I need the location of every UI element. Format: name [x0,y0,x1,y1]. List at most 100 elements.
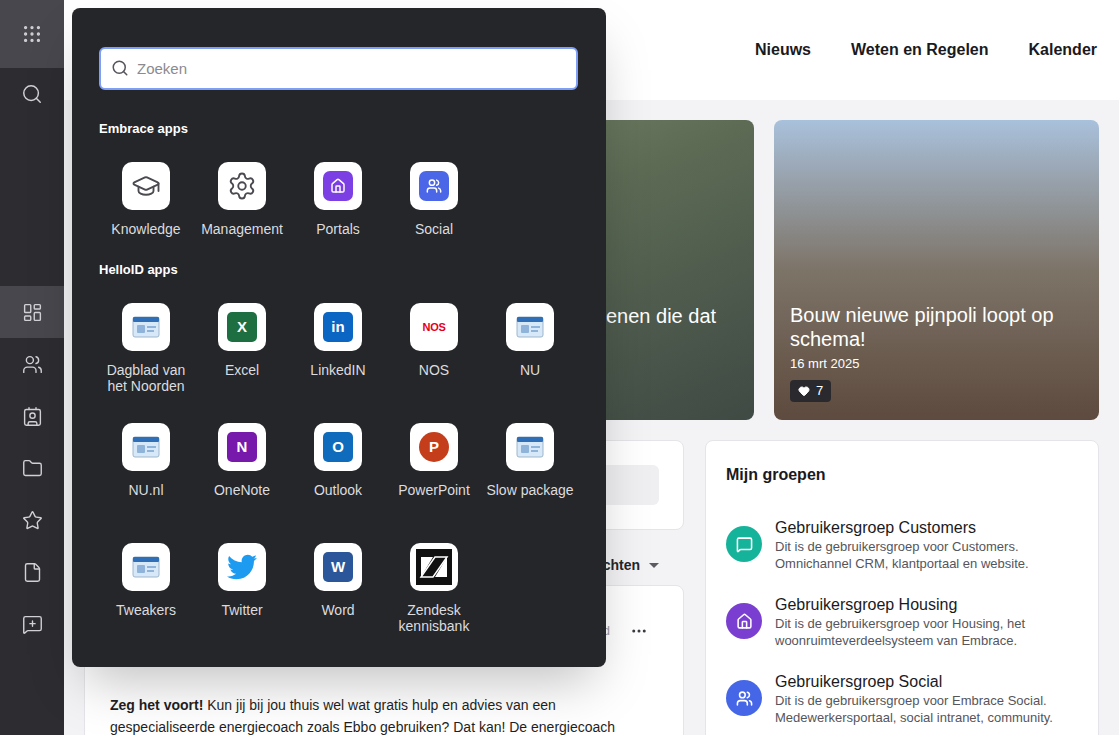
app-logo-icon: O [323,432,353,462]
sidebar-item[interactable] [0,546,64,598]
app-label[interactable]: Tweakers [116,602,176,618]
app-item[interactable]: W Word [290,543,386,663]
launcher-search-input[interactable] [99,47,578,90]
app-tile[interactable] [122,162,170,210]
app-item[interactable]: NU.nl [98,423,194,543]
app-card-icon [131,432,161,462]
apps-grid-icon [21,23,43,45]
app-label[interactable]: Dagblad van het Noorden [102,362,190,394]
group-name[interactable]: Gebruikersgroep Customers [775,518,1078,538]
app-item[interactable]: Portals [290,162,386,262]
app-tile[interactable]: X [218,303,266,351]
app-label[interactable]: NU.nl [128,482,163,498]
app-item[interactable]: N OneNote [194,423,290,543]
nav-item[interactable]: Nieuws [755,38,811,62]
sidebar-item[interactable] [0,598,64,650]
sort-dropdown[interactable]: chten [603,557,640,573]
app-card-icon [515,312,545,342]
news-title[interactable]: Bouw nieuwe pijnpoli loopt op schema! [790,303,1083,351]
app-label[interactable]: Social [415,221,453,237]
app-label[interactable]: PowerPoint [398,482,470,498]
app-tile[interactable] [506,303,554,351]
app-label[interactable]: Zendesk kennisbank [390,602,478,634]
more-options-icon[interactable] [630,622,648,640]
group-item[interactable]: Gebruikersgroep SocialDit is de gebruike… [726,672,1078,726]
group-name[interactable]: Gebruikersgroep Housing [775,595,1078,615]
post-text: Zeg het voort! Kun jij bij jou thuis wel… [110,694,658,735]
sidebar [0,0,64,735]
nav-item[interactable]: Weten en Regelen [851,38,989,62]
app-item[interactable]: in LinkedIN [290,303,386,423]
sidebar-item[interactable] [0,442,64,494]
news-card[interactable]: Bouw nieuwe pijnpoli loopt op schema!16 … [774,120,1099,420]
app-tile[interactable] [314,162,362,210]
star-icon [22,510,43,531]
app-logo-icon: N [227,432,257,462]
gear-icon [227,171,257,201]
app-item[interactable]: Slow package [482,423,578,543]
app-item[interactable]: Social [386,162,482,262]
app-item[interactable]: NOS NOS [386,303,482,423]
news-title[interactable]: enen die dat [606,304,754,328]
sidebar-item[interactable] [0,494,64,546]
heart-icon [798,385,810,397]
app-label[interactable]: Portals [316,221,360,237]
app-label[interactable]: Twitter [221,602,262,618]
app-item[interactable]: Management [194,162,290,262]
app-item[interactable]: Twitter [194,543,290,663]
app-item[interactable]: Knowledge [98,162,194,262]
app-label[interactable]: Outlook [314,482,362,498]
app-label[interactable]: Management [201,221,283,237]
app-tile[interactable]: W [314,543,362,591]
app-tile[interactable]: N [218,423,266,471]
sidebar-top-item[interactable] [0,68,64,120]
app-item[interactable]: Zendesk kennisbank [386,543,482,663]
app-tile[interactable] [218,543,266,591]
app-item[interactable]: O Outlook [290,423,386,543]
search-icon [111,59,129,77]
sidebar-item[interactable] [0,286,64,338]
app-label[interactable]: Excel [225,362,259,378]
app-tile[interactable] [218,162,266,210]
app-item[interactable]: NU [482,303,578,423]
app-item[interactable]: Tweakers [98,543,194,663]
app-label[interactable]: NU [520,362,540,378]
zendesk-logo-icon [416,549,452,585]
people-icon [22,354,43,375]
app-label[interactable]: LinkedIN [310,362,365,378]
search-icon [21,83,43,105]
group-description: Dit is de gebruikersgroep voor Customers… [775,538,1078,572]
app-tile[interactable] [122,423,170,471]
app-tile[interactable] [410,543,458,591]
app-tile[interactable]: NOS [410,303,458,351]
app-tile[interactable] [410,162,458,210]
group-name[interactable]: Gebruikersgroep Social [775,672,1078,692]
app-item[interactable]: P PowerPoint [386,423,482,543]
group-avatar [726,680,762,716]
social-logo-icon [419,171,449,201]
group-item[interactable]: Gebruikersgroep CustomersDit is de gebru… [726,518,1078,572]
nav-item[interactable]: Kalender [1029,38,1097,62]
sidebar-item[interactable] [0,390,64,442]
app-tile[interactable] [506,423,554,471]
like-badge[interactable]: 7 [790,380,831,402]
nos-logo-icon: NOS [422,319,445,336]
app-item[interactable]: X Excel [194,303,290,423]
folder-icon [22,458,43,479]
app-tile[interactable] [122,543,170,591]
app-label[interactable]: Knowledge [111,221,180,237]
sidebar-item[interactable] [0,338,64,390]
app-label[interactable]: NOS [419,362,449,378]
app-label[interactable]: Word [321,602,354,618]
app-tile[interactable]: P [410,423,458,471]
app-tile[interactable] [122,303,170,351]
sidebar-top-item[interactable] [0,0,64,68]
app-item[interactable]: Dagblad van het Noorden [98,303,194,423]
group-avatar [726,603,762,639]
group-item[interactable]: Gebruikersgroep HousingDit is de gebruik… [726,595,1078,649]
contacts-icon [22,406,43,427]
app-tile[interactable]: O [314,423,362,471]
app-label[interactable]: OneNote [214,482,270,498]
app-tile[interactable]: in [314,303,362,351]
app-label[interactable]: Slow package [486,482,573,498]
